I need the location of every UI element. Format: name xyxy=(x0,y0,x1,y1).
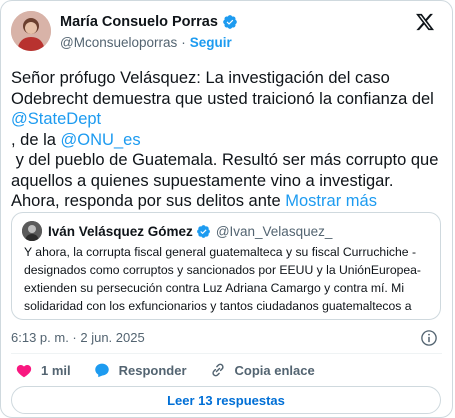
tweet-text-segment: aquellos a quienes supuestamente vino a … xyxy=(11,171,394,190)
read-replies-button[interactable]: Leer 13 respuestas xyxy=(11,386,441,414)
reply-icon xyxy=(94,363,109,378)
author-name-row[interactable]: María Consuelo Porras xyxy=(60,13,238,31)
tweet-text-line: , de la @ONU_es xyxy=(11,130,446,151)
quoted-text-line: designados como corruptos y sancionados … xyxy=(24,263,421,277)
tweet-text-line: Ahora, responda por sus delitos ante Mos… xyxy=(11,191,446,212)
timestamp-text[interactable]: 6:13 p. m. · 2 jun. 2025 xyxy=(11,330,145,345)
tweet-timestamp[interactable]: 6:13 p. m. · 2 jun. 2025 xyxy=(11,328,145,346)
mention-link[interactable]: @ONU_es xyxy=(61,131,141,149)
quoted-author-avatar xyxy=(22,221,42,241)
tweet-text-line: y del pueblo de Guatemala. Resultó ser m… xyxy=(11,150,446,171)
quoted-text-line: solidaridad con los exfuncionarios y tan… xyxy=(24,299,412,313)
reply-label: Responder xyxy=(118,362,187,378)
tweet-text-segment: Señor prófugo Velásquez: La investigació… xyxy=(11,69,390,87)
author-handle[interactable]: @Mconsueloporras xyxy=(60,35,177,50)
author-display-name[interactable]: María Consuelo Porras xyxy=(60,14,218,30)
verified-badge-icon xyxy=(223,15,237,29)
quoted-text: Y ahora, la corrupta fiscal general guat… xyxy=(24,243,434,315)
quoted-text-line: extienden su persecución contra Luz Adri… xyxy=(24,281,405,295)
like-count: 1 mil xyxy=(41,362,71,378)
reply-button[interactable]: Responder xyxy=(93,361,187,379)
x-logo-icon[interactable] xyxy=(414,12,436,32)
mention-link[interactable]: @StateDept xyxy=(11,110,101,128)
show-more-link[interactable]: Mostrar más xyxy=(285,192,377,210)
tweet-text-line: Odebrecht demuestra que usted traicionó … xyxy=(11,89,446,110)
author-avatar[interactable] xyxy=(11,11,51,51)
tweet-text-line: aquellos a quienes supuestamente vino a … xyxy=(11,171,446,192)
quoted-text-line: Y ahora, la corrupta fiscal general guat… xyxy=(24,245,416,259)
heart-icon xyxy=(16,364,32,378)
tweet-text-segment: Ahora, responda por sus delitos ante xyxy=(11,192,286,210)
action-bar: 1 mil Responder Copia enlace xyxy=(15,360,337,380)
quoted-author-name: Iván Velásquez Gómez xyxy=(48,223,193,239)
link-icon xyxy=(211,363,224,377)
copy-link-button[interactable]: Copia enlace xyxy=(209,361,315,379)
copy-link-label: Copia enlace xyxy=(234,362,315,378)
quoted-verified-badge-icon xyxy=(196,224,210,238)
tweet-text: Señor prófugo Velásquez: La investigació… xyxy=(11,68,446,212)
author-handle-row: @Mconsueloporras · Seguir xyxy=(60,33,232,51)
info-icon[interactable] xyxy=(420,329,438,347)
quoted-author-handle: @Ivan_Velasquez_ xyxy=(215,223,333,239)
tweet-text-segment: y del pueblo de Guatemala. Resultó ser m… xyxy=(11,151,439,169)
tweet-card: María Consuelo Porras @Mconsueloporras ·… xyxy=(0,0,453,418)
quoted-author-row: Iván Velásquez Gómez @Ivan_Velasquez_ xyxy=(22,221,332,241)
separator-dot: · xyxy=(181,34,186,50)
follow-button[interactable]: Seguir xyxy=(190,35,232,50)
divider xyxy=(11,353,442,354)
like-button[interactable]: 1 mil xyxy=(15,361,71,379)
tweet-text-line: Señor prófugo Velásquez: La investigació… xyxy=(11,68,446,89)
quoted-tweet[interactable]: Iván Velásquez Gómez @Ivan_Velasquez_ Y … xyxy=(11,212,441,320)
tweet-text-segment: , de la xyxy=(11,130,61,149)
tweet-text-segment: Odebrecht demuestra que usted traicionó … xyxy=(11,89,434,108)
tweet-text-line: @StateDept xyxy=(11,109,446,130)
